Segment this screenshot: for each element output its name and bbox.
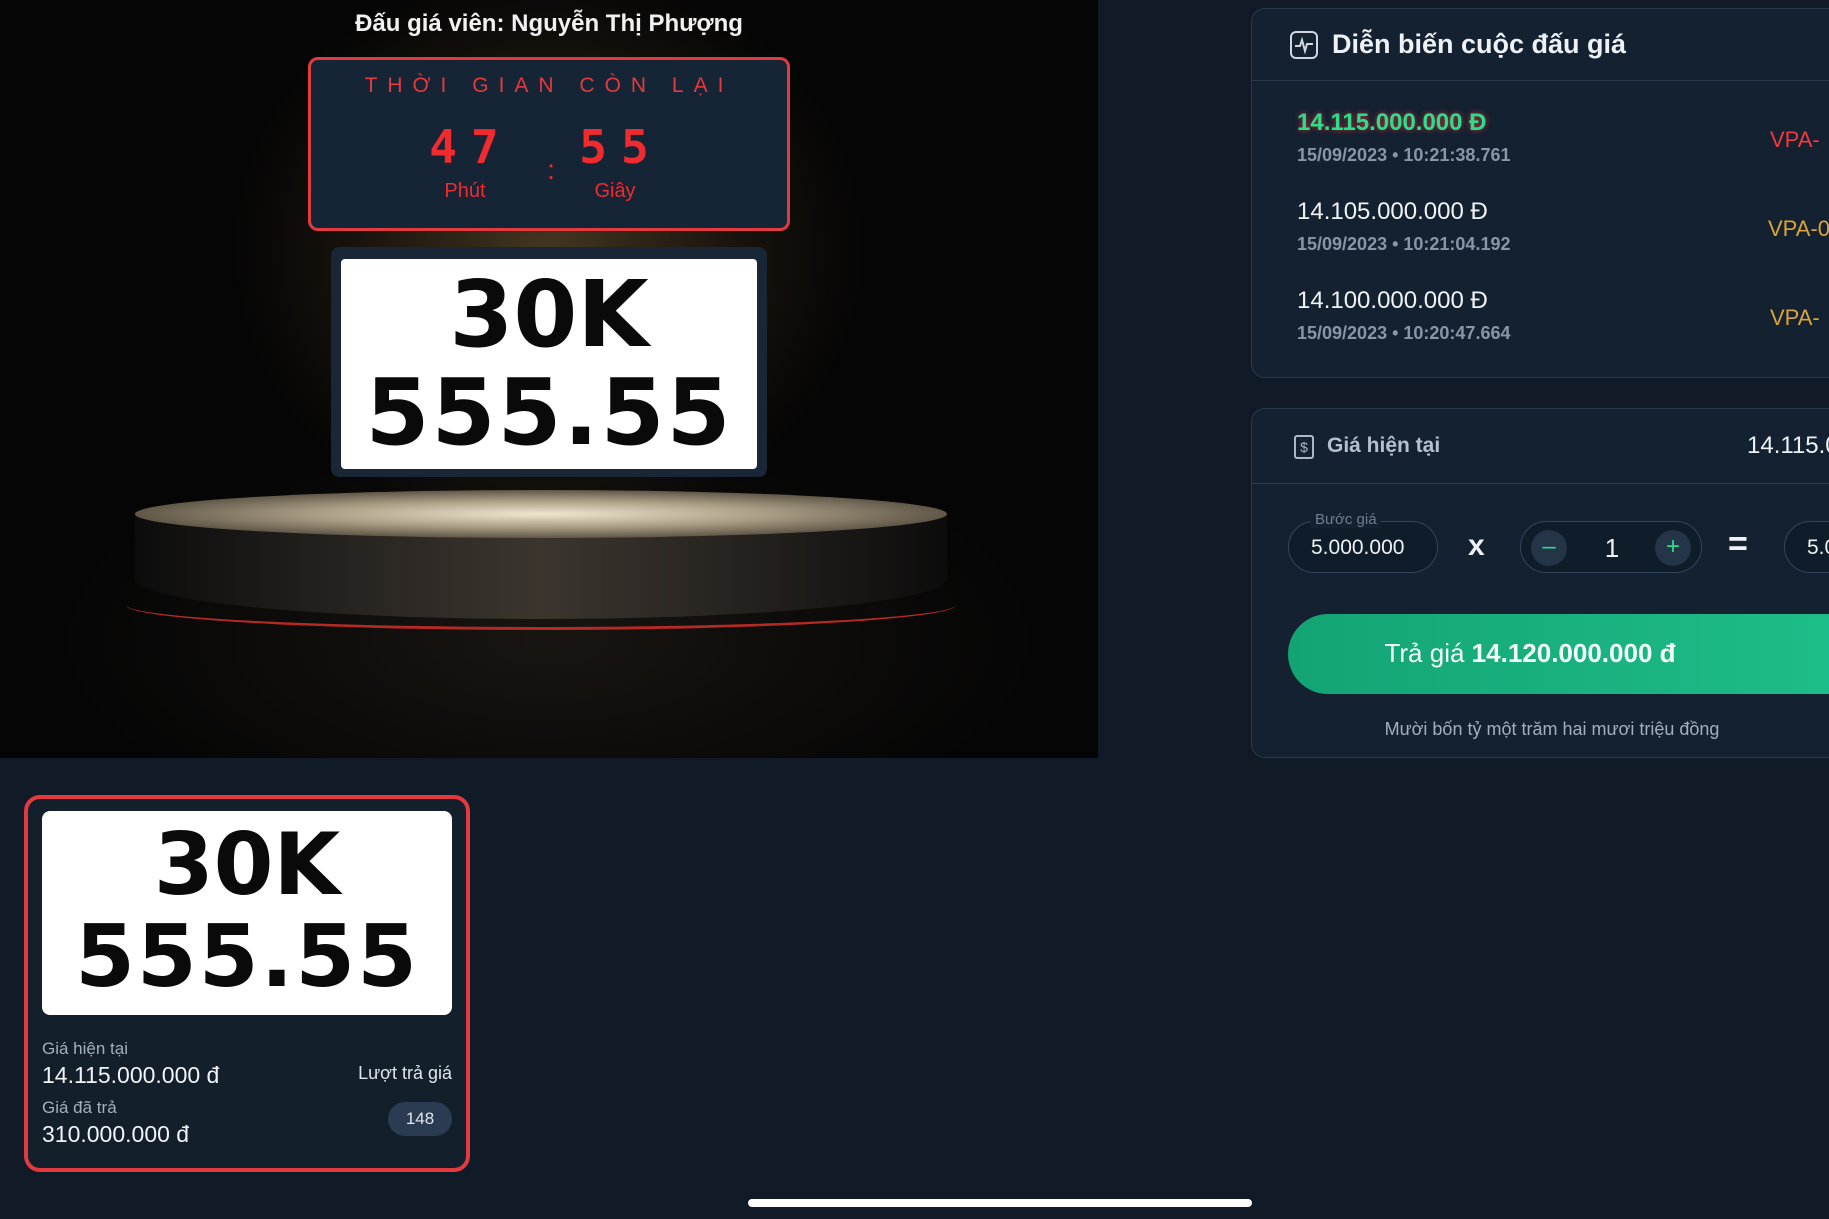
bidder-id: VPA-0 <box>1768 216 1829 241</box>
place-bid-panel: $ Giá hiện tại 14.115.0 Bước giá 5.000.0… <box>1251 408 1829 758</box>
quantity-stepper: – 1 + <box>1520 521 1702 573</box>
receipt-dollar-icon: $ <box>1294 435 1314 459</box>
auction-stage: Đấu giá viên: Nguyễn Thị Phượng THỜI GIA… <box>0 0 1098 758</box>
place-bid-prefix: Trả giá <box>1384 638 1465 668</box>
card-plate-line-2: 555.55 <box>75 907 419 1007</box>
card-current-price-label: Giá hiện tại <box>42 1039 128 1058</box>
license-plate-display: 30K 555.55 <box>331 247 767 477</box>
plate-summary-card[interactable]: 30K 555.55 Giá hiện tại 14.115.000.000 đ… <box>24 795 470 1172</box>
card-license-plate: 30K 555.55 <box>42 811 452 1015</box>
bid-history-header: Diễn biến cuộc đấu giá <box>1252 9 1829 81</box>
bid-history-row: 14.115.000.000 Đ 15/09/2023 • 10:21:38.7… <box>1252 109 1829 197</box>
bid-amount: 14.105.000.000 Đ <box>1297 198 1488 225</box>
bidder-id: VPA- <box>1770 305 1820 330</box>
countdown-minutes: 47 <box>429 120 513 174</box>
equals-sign: = <box>1728 525 1748 563</box>
bidder-id: VPA- <box>1770 127 1820 152</box>
card-plate-line-1: 30K <box>153 815 341 915</box>
bid-step-label: Bước giá <box>1311 511 1381 528</box>
place-bid-button-label: Trả giá 14.120.000.000 đ <box>1288 638 1772 669</box>
bid-count-badge: 148 <box>388 1102 452 1136</box>
countdown-title: THỜI GIAN CÒN LẠI <box>364 74 734 97</box>
bid-increment-total-value: 5.0 <box>1807 536 1829 559</box>
countdown-seconds: 55 <box>579 120 663 174</box>
current-price-value: 14.115.0 <box>1747 432 1829 459</box>
bid-timestamp: 15/09/2023 • 10:21:38.761 <box>1297 145 1511 165</box>
card-paid-value: 310.000.000 đ <box>42 1121 190 1147</box>
bid-amount-in-words: Mười bốn tỷ một trăm hai mươi triệu đồng <box>1384 719 1720 739</box>
bid-timestamp: 15/09/2023 • 10:21:04.192 <box>1297 234 1511 254</box>
podium-top <box>135 490 947 538</box>
license-plate: 30K 555.55 <box>341 259 757 469</box>
decrement-button[interactable]: – <box>1531 530 1567 566</box>
bid-history-row: 14.100.000.000 Đ 15/09/2023 • 10:20:47.6… <box>1252 287 1829 375</box>
bid-step-field[interactable]: Bước giá 5.000.000 <box>1288 511 1438 573</box>
auctioneer-name: Đấu giá viên: Nguyễn Thị Phượng <box>355 10 743 37</box>
activity-pulse-icon <box>1290 31 1318 59</box>
bid-increment-total: 5.0 <box>1784 521 1829 573</box>
card-paid-label: Giá đã trả <box>42 1098 117 1117</box>
bid-history-panel: Diễn biến cuộc đấu giá 14.115.000.000 Đ … <box>1251 8 1829 378</box>
current-price-label: Giá hiện tại <box>1327 434 1441 457</box>
card-current-price-value: 14.115.000.000 đ <box>42 1062 220 1088</box>
place-bid-amount: 14.120.000.000 đ <box>1471 638 1676 668</box>
countdown-timer: THỜI GIAN CÒN LẠI 47 Phút : 55 Giây <box>308 57 790 231</box>
place-bid-button[interactable]: Trả giá 14.120.000.000 đ <box>1288 614 1829 694</box>
bid-timestamp: 15/09/2023 • 10:20:47.664 <box>1297 323 1511 343</box>
increment-button[interactable]: + <box>1655 530 1691 566</box>
bid-amount: 14.100.000.000 Đ <box>1297 287 1488 314</box>
plate-line-1: 30K <box>449 261 649 368</box>
countdown-seconds-label: Giây <box>594 180 636 202</box>
plate-line-2: 555.55 <box>365 359 733 466</box>
quantity-value[interactable]: 1 <box>1591 533 1633 564</box>
current-price-row: $ Giá hiện tại 14.115.0 <box>1252 409 1829 484</box>
countdown-minutes-label: Phút <box>444 180 486 202</box>
podium-rim <box>126 580 956 630</box>
bid-history-row: 14.105.000.000 Đ 15/09/2023 • 10:21:04.1… <box>1252 198 1829 286</box>
bid-count-label: Lượt trả giá <box>358 1063 452 1083</box>
home-indicator[interactable] <box>748 1199 1252 1207</box>
bid-step-value: 5.000.000 <box>1311 536 1405 559</box>
multiply-sign: x <box>1468 529 1485 562</box>
bid-history-title: Diễn biến cuộc đấu giá <box>1332 29 1627 59</box>
bid-amount: 14.115.000.000 Đ <box>1297 109 1487 136</box>
